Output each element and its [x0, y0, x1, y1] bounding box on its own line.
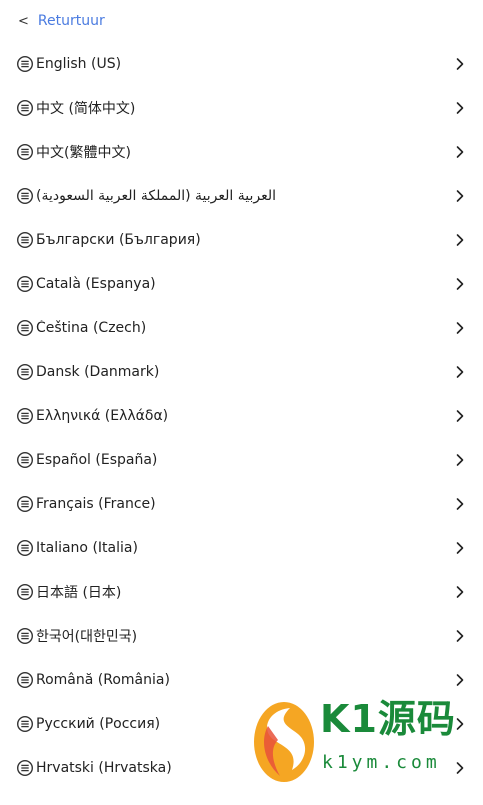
chevron-right-icon [455, 101, 465, 115]
language-item[interactable]: 中文 (简体中文) [0, 86, 483, 130]
language-item[interactable]: 日本語 (日本) [0, 570, 483, 614]
list-circle-icon [16, 715, 34, 733]
language-label: Русский (Россия) [36, 716, 161, 732]
language-label: Dansk (Danmark) [36, 364, 160, 380]
chevron-left-icon: < [18, 13, 29, 29]
chevron-right-icon [455, 717, 465, 731]
language-item[interactable]: العربية العربية (المملكة العربية السعودي… [0, 174, 483, 218]
list-circle-icon [16, 451, 34, 469]
chevron-right-icon [455, 585, 465, 599]
language-label: 中文(繁體中文) [36, 145, 131, 161]
chevron-right-icon [455, 233, 465, 247]
list-circle-icon [16, 363, 34, 381]
chevron-right-icon [455, 277, 465, 291]
language-label: Español (España) [36, 452, 158, 468]
language-label: Français (France) [36, 496, 156, 512]
language-label: 한국어(대한민국) [36, 629, 138, 645]
list-circle-icon [16, 627, 34, 645]
language-list: English (US) 中文 (简体中文) 中文(繁體中文) العربية … [0, 42, 483, 790]
list-circle-icon [16, 671, 34, 689]
language-label: العربية العربية (المملكة العربية السعودي… [36, 188, 276, 204]
language-label: Ελληνικά (Ελλάδα) [36, 408, 169, 424]
language-item[interactable]: Ελληνικά (Ελλάδα) [0, 394, 483, 438]
language-item[interactable]: Français (France) [0, 482, 483, 526]
list-circle-icon [16, 143, 34, 161]
list-circle-icon [16, 187, 34, 205]
chevron-right-icon [455, 541, 465, 555]
list-circle-icon [16, 539, 34, 557]
language-label: Hrvatski (Hrvatska) [36, 760, 172, 776]
language-label: Čeština (Czech) [36, 320, 147, 336]
language-item[interactable]: Català (Espanya) [0, 262, 483, 306]
list-circle-icon [16, 495, 34, 513]
language-label: Italiano (Italia) [36, 540, 138, 556]
language-label: Български (България) [36, 232, 201, 248]
list-circle-icon [16, 319, 34, 337]
language-label: Română (România) [36, 672, 170, 688]
chevron-right-icon [455, 145, 465, 159]
language-item[interactable]: Русский (Россия) [0, 702, 483, 746]
chevron-right-icon [455, 365, 465, 379]
language-item[interactable]: Română (România) [0, 658, 483, 702]
language-item[interactable]: Italiano (Italia) [0, 526, 483, 570]
list-circle-icon [16, 583, 34, 601]
language-item[interactable]: Čeština (Czech) [0, 306, 483, 350]
chevron-right-icon [455, 761, 465, 775]
language-item[interactable]: Español (España) [0, 438, 483, 482]
language-item[interactable]: 中文(繁體中文) [0, 130, 483, 174]
chevron-right-icon [455, 673, 465, 687]
list-circle-icon [16, 407, 34, 425]
chevron-right-icon [455, 453, 465, 467]
list-circle-icon [16, 275, 34, 293]
back-label: Returtuur [37, 13, 105, 29]
list-circle-icon [16, 759, 34, 777]
list-circle-icon [16, 55, 34, 73]
list-circle-icon [16, 231, 34, 249]
chevron-right-icon [455, 189, 465, 203]
language-item[interactable]: Hrvatski (Hrvatska) [0, 746, 483, 790]
chevron-right-icon [455, 57, 465, 71]
header: < Returtuur [0, 0, 483, 42]
chevron-right-icon [455, 409, 465, 423]
language-item[interactable]: Dansk (Danmark) [0, 350, 483, 394]
language-label: Català (Espanya) [36, 276, 156, 292]
language-label: 中文 (简体中文) [36, 101, 136, 117]
chevron-right-icon [455, 497, 465, 511]
back-button[interactable]: < Returtuur [18, 14, 105, 28]
list-circle-icon [16, 99, 34, 117]
language-item[interactable]: Български (България) [0, 218, 483, 262]
language-item[interactable]: 한국어(대한민국) [0, 614, 483, 658]
language-label: English (US) [36, 56, 122, 72]
chevron-right-icon [455, 629, 465, 643]
language-item[interactable]: English (US) [0, 42, 483, 86]
chevron-right-icon [455, 321, 465, 335]
language-label: 日本語 (日本) [36, 585, 122, 601]
